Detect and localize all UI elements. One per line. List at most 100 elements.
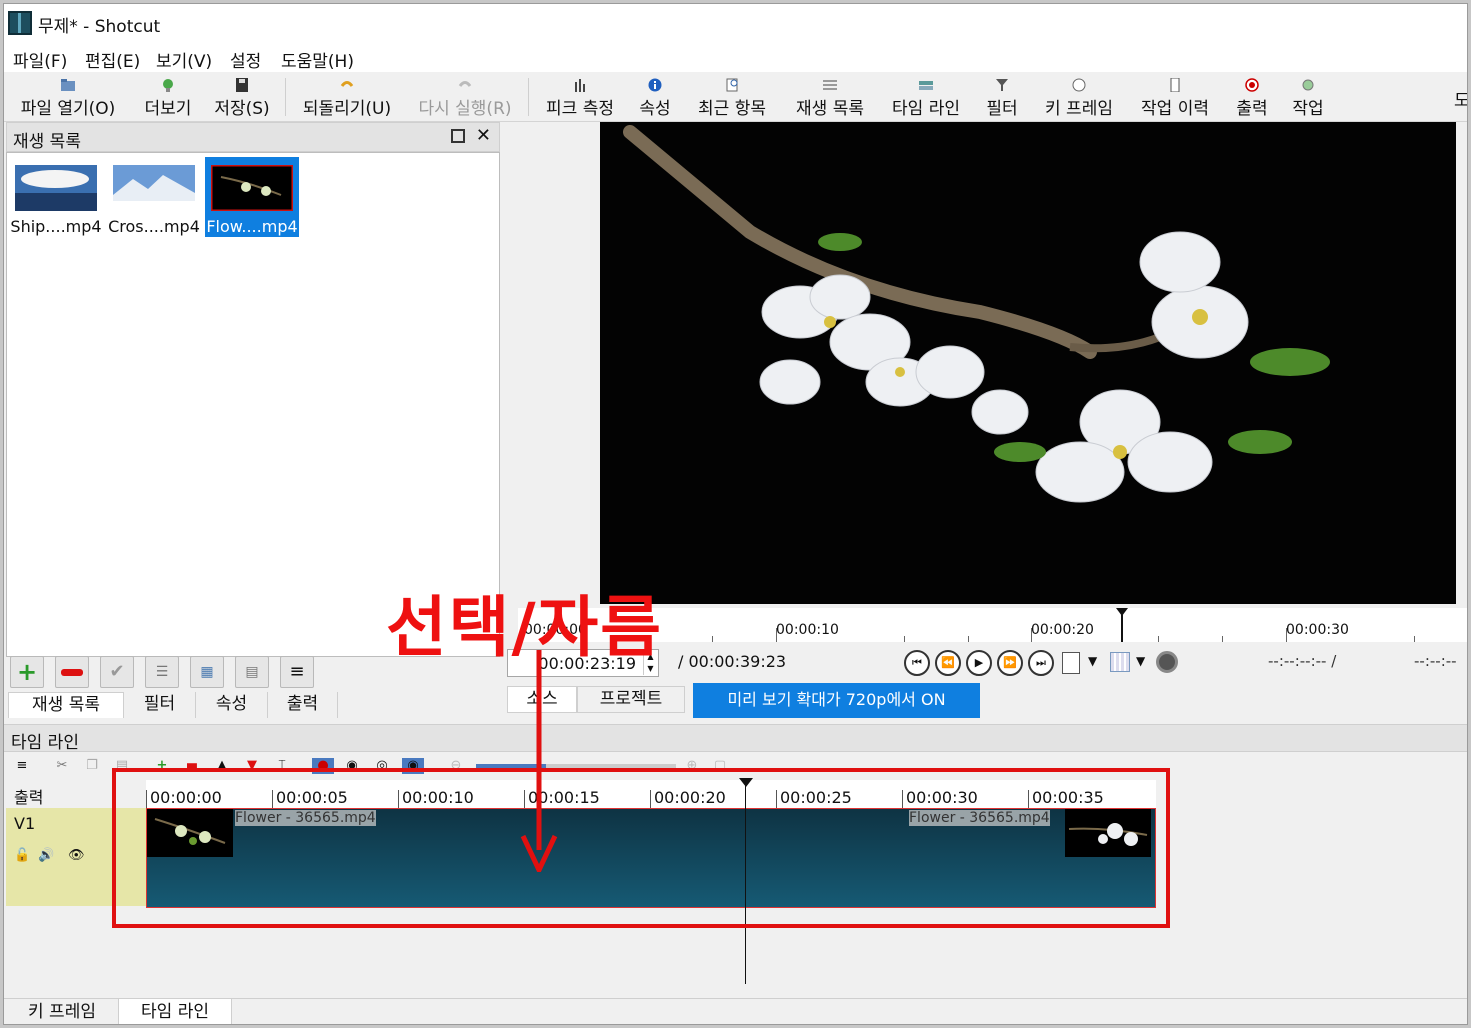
ruler-tick	[1414, 636, 1415, 642]
timeline-dock-title: 타임 라인	[4, 724, 1467, 753]
tab-project[interactable]: 프로젝트	[577, 686, 685, 713]
in-point-timecode: --:--:--:-- /	[1268, 652, 1337, 670]
tab-keyframes[interactable]: 키 프레임	[6, 999, 118, 1024]
export-button[interactable]: 출력	[1230, 72, 1274, 122]
cut-icon[interactable]: ✂	[54, 758, 70, 774]
playlist-label: 재생 목록	[796, 99, 864, 119]
ruler-tick	[968, 636, 969, 642]
add-icon[interactable]: +	[10, 656, 44, 688]
menu-settings[interactable]: 설정	[230, 47, 261, 72]
peak-meter-button[interactable]: 피크 측정	[538, 72, 622, 122]
detail-view-icon[interactable]: ▤	[235, 656, 269, 688]
redo-button[interactable]: 다시 실행(R)	[408, 72, 522, 122]
check-icon[interactable]: ✔	[100, 656, 134, 688]
open-file-button[interactable]: 파일 열기(O)	[14, 72, 122, 122]
eye-icon[interactable]: 👁	[68, 848, 85, 863]
grid-view-icon[interactable]: ▦	[190, 656, 224, 688]
cherry-blossom-frame	[600, 122, 1456, 604]
timeline-title: 타임 라인	[11, 733, 79, 753]
redo-arrow-icon	[458, 81, 472, 87]
chevron-down-icon[interactable]: ▼	[1088, 654, 1097, 668]
tab-filters[interactable]: 필터	[124, 692, 196, 718]
remove-icon[interactable]	[55, 656, 89, 688]
timeline-icon	[919, 81, 933, 90]
open-folder-icon	[61, 79, 75, 91]
toolbar-separator	[285, 78, 286, 116]
menu-file[interactable]: 파일(F)	[13, 47, 67, 72]
jobs-button[interactable]: 작업	[1286, 72, 1330, 122]
ruler-label: 00:00:20	[1031, 622, 1094, 638]
history-button[interactable]: 작업 이력	[1134, 72, 1216, 122]
highlight-box	[112, 768, 1170, 928]
toolbar-overflow[interactable]: 도	[1454, 86, 1467, 111]
menu-view[interactable]: 보기(V)	[156, 47, 212, 72]
properties-label: 속성	[639, 99, 671, 119]
duration-timecode: / 00:00:39:23	[678, 652, 787, 671]
menu-icon[interactable]: ≡	[14, 758, 30, 774]
rewind-icon[interactable]: ⏪	[935, 650, 961, 676]
zoom-icon[interactable]	[1062, 652, 1080, 674]
menu-edit[interactable]: 편집(E)	[85, 47, 140, 72]
playlist-title: 재생 목록	[13, 132, 81, 152]
playlist-item-name: Ship....mp4	[10, 217, 102, 236]
float-icon[interactable]	[451, 129, 465, 143]
playlist-item[interactable]: Cros....mp4	[107, 157, 201, 237]
chevron-down-icon[interactable]: ▼	[1136, 654, 1145, 668]
close-icon[interactable]: ✕	[476, 125, 491, 146]
skip-next-icon[interactable]: ⏭	[1028, 650, 1054, 676]
filters-button[interactable]: 필터	[980, 72, 1024, 122]
playlist-item-name: Cros....mp4	[108, 217, 200, 236]
menu-icon[interactable]: ≡	[280, 656, 314, 688]
tab-export[interactable]: 출력	[268, 692, 338, 718]
filters-label: 필터	[986, 99, 1018, 119]
thumbnail-image	[15, 165, 97, 211]
ruler-tick	[1222, 636, 1223, 642]
video-preview	[600, 122, 1456, 604]
left-dock-tabs: 재생 목록 필터 속성 출력	[6, 692, 500, 720]
skip-previous-icon[interactable]: ⏮	[904, 650, 930, 676]
jobs-gear-icon	[1302, 79, 1314, 91]
peak-meter-label: 피크 측정	[546, 99, 614, 119]
properties-button[interactable]: 속성	[634, 72, 676, 122]
playlist-button[interactable]: 재생 목록	[788, 72, 872, 122]
playlist-item-name: Flow....mp4	[206, 217, 298, 236]
toolbar-separator	[528, 78, 529, 116]
menu-help[interactable]: 도움말(H)	[281, 47, 354, 72]
mute-icon[interactable]: 🔊	[38, 848, 54, 863]
fast-forward-icon[interactable]: ⏩	[997, 650, 1023, 676]
recent-button[interactable]: 최근 항목	[690, 72, 774, 122]
play-icon[interactable]: ▶	[966, 650, 992, 676]
save-button[interactable]: 저장(S)	[209, 72, 275, 122]
list-view-icon[interactable]: ☰	[145, 656, 179, 688]
tab-timeline[interactable]: 타임 라인	[118, 999, 232, 1024]
copy-icon[interactable]: ❐	[84, 758, 100, 774]
ruler-tick	[712, 636, 713, 642]
thumbnail-image	[211, 165, 293, 211]
keyframe-icon	[1072, 78, 1086, 92]
ruler-tick	[1158, 636, 1159, 642]
recent-label: 최근 항목	[698, 99, 766, 119]
playlist-icon	[823, 80, 837, 90]
jobs-label: 작업	[1292, 99, 1324, 119]
more-label: 더보기	[144, 99, 192, 119]
grid-icon[interactable]	[1110, 652, 1130, 672]
playlist-item-selected[interactable]: Flow....mp4	[205, 157, 299, 237]
volume-knob-icon[interactable]	[1156, 651, 1178, 673]
playlist-dock-title: 재생 목록 ✕	[6, 122, 500, 152]
app-window: 무제* - Shotcut 파일(F) 편집(E) 보기(V) 설정 도움말(H…	[3, 3, 1468, 1025]
lock-icon[interactable]: 🔓	[14, 848, 30, 863]
info-icon	[648, 78, 662, 92]
open-file-label: 파일 열기(O)	[20, 99, 116, 119]
playlist-item[interactable]: Ship....mp4	[9, 157, 103, 237]
tab-playlist[interactable]: 재생 목록	[8, 692, 124, 718]
keyframes-button[interactable]: 키 프레임	[1036, 72, 1122, 122]
more-button[interactable]: 더보기	[137, 72, 199, 122]
tab-properties[interactable]: 속성	[196, 692, 268, 718]
timeline-button[interactable]: 타임 라인	[884, 72, 968, 122]
track-label: V1	[14, 814, 36, 833]
history-icon	[1170, 78, 1180, 92]
window-title: 무제* - Shotcut	[38, 17, 161, 37]
record-icon	[1245, 78, 1259, 92]
filter-funnel-icon	[996, 79, 1008, 91]
undo-button[interactable]: 되돌리기(U)	[295, 72, 399, 122]
